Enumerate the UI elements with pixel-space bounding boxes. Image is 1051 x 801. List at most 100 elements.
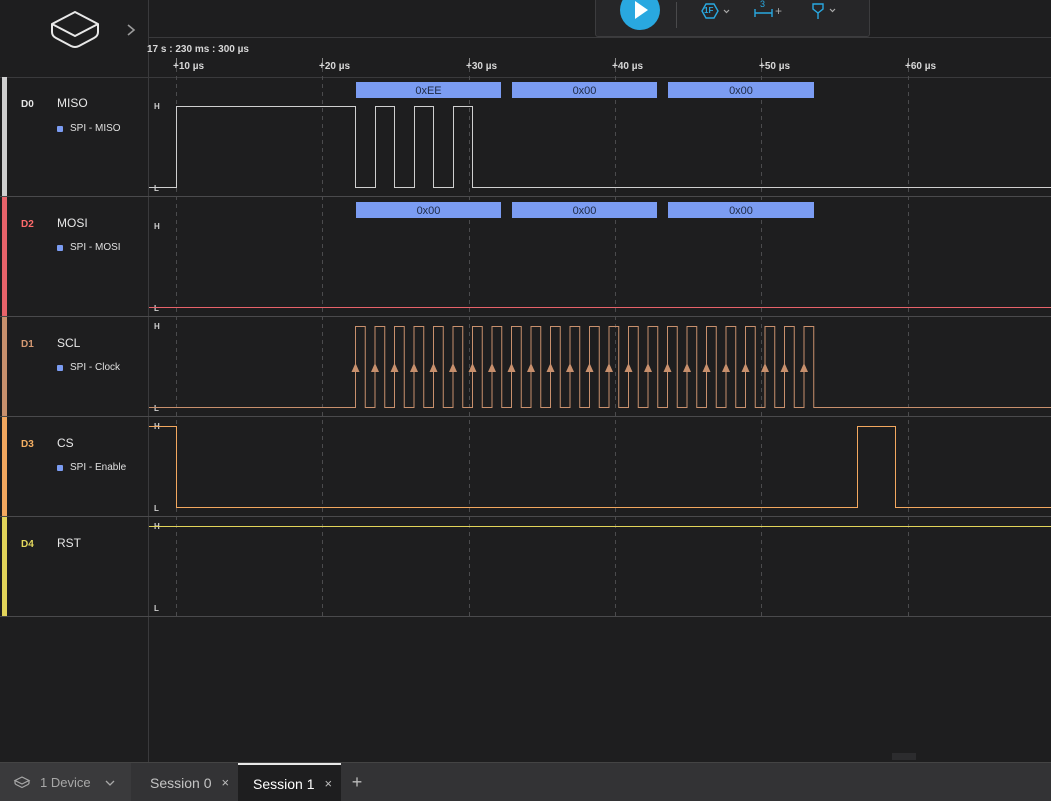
channel-row-d2[interactable]: D2 MOSI SPI - MOSI: [0, 197, 149, 317]
channel-color-bar: [2, 417, 7, 516]
mosi-decoded-value: 0x00: [729, 205, 753, 217]
mosi-decoded-value: 0x00: [573, 205, 597, 217]
analyzer-color-dot: [57, 364, 63, 371]
time-tick-label: +30 µs: [466, 61, 498, 72]
channel-name[interactable]: CS: [57, 436, 74, 450]
rising-edge-arrow: [624, 363, 633, 372]
analyzer-tag[interactable]: SPI - Clock: [57, 362, 120, 373]
close-icon[interactable]: ×: [221, 775, 229, 790]
trigger-label: 1F: [704, 6, 714, 15]
analyzer-tag[interactable]: SPI - MOSI: [57, 242, 121, 253]
capture-toolbar: 1F 3 +: [595, 0, 870, 37]
close-icon[interactable]: ×: [324, 776, 332, 791]
channel-row-d1[interactable]: D1 SCL SPI - Clock: [0, 317, 149, 417]
marker-icon[interactable]: [808, 0, 842, 22]
channel-name[interactable]: MISO: [57, 96, 88, 110]
waveform-canvas[interactable]: HLHLHLHLHL0xEE 0x00 0x000x00 0x00 0x00: [149, 0, 1051, 762]
rising-edge-arrow: [780, 363, 789, 372]
channel-color-bar: [2, 317, 7, 416]
rising-edge-arrow: [702, 363, 711, 372]
tab-label: Session 0: [150, 774, 212, 791]
analyzer-label: SPI - MISO: [70, 123, 121, 134]
analyzer-tag[interactable]: SPI - Enable: [57, 462, 126, 473]
time-tick-label: +60 µs: [905, 61, 937, 72]
high-level-label: H: [154, 102, 160, 111]
analyzer-color-dot: [57, 244, 63, 251]
rising-edge-arrow: [663, 363, 672, 372]
tab-session-0[interactable]: Session 0 ×: [137, 763, 237, 801]
time-tick-label: +40 µs: [612, 61, 644, 72]
analyzer-color-dot: [57, 125, 63, 132]
channel-name[interactable]: SCL: [57, 336, 80, 350]
chevron-right-icon[interactable]: [124, 22, 138, 38]
measure-add-label: +: [775, 4, 783, 18]
rising-edge-arrow: [429, 363, 438, 372]
rising-edge-arrow: [585, 363, 594, 372]
channel-id: D0: [21, 99, 34, 110]
channel-id: D4: [21, 539, 34, 550]
channel-row-d4[interactable]: D4 RST: [0, 517, 149, 617]
rising-edge-arrow: [351, 363, 360, 372]
rising-edge-arrow: [566, 363, 574, 372]
device-icon: [13, 775, 31, 788]
rising-edge-arrow: [761, 363, 769, 372]
channel-name[interactable]: MOSI: [57, 216, 88, 230]
channel-name[interactable]: RST: [57, 536, 81, 550]
rising-edge-arrow: [800, 363, 808, 372]
time-tick-label: +50 µs: [759, 61, 791, 72]
trigger-button[interactable]: 1F: [696, 0, 732, 22]
device-label: 1 Device: [40, 775, 91, 790]
waveform-view[interactable]: H L H L H L H L H L 0xEE 0x00 0x00 0x00 0x00 0x00 17 s …: [147, 0, 1051, 762]
rising-edge-arrow: [683, 363, 691, 372]
analyzer-label: SPI - Clock: [70, 362, 121, 373]
cs-signal: [149, 426, 1051, 508]
analyzer-tag[interactable]: SPI - MISO: [57, 123, 121, 134]
channel-color-bar: [2, 197, 7, 316]
scl-signal: [149, 326, 1051, 408]
tab-label: Session 1: [253, 775, 315, 792]
channel-color-bar: [2, 77, 7, 196]
channel-row-d3[interactable]: D3 CS SPI - Enable: [0, 417, 149, 517]
device-selector[interactable]: 1 Device: [0, 763, 131, 801]
rising-edge-arrow: [488, 363, 496, 372]
time-tick-label: +10 µs: [173, 61, 205, 72]
low-level-label: L: [154, 404, 159, 413]
device-logo-icon: [51, 11, 99, 48]
miso-signal: [149, 106, 1051, 188]
channel-color-bar: [2, 517, 7, 616]
miso-decoded-value: 0x00: [729, 85, 753, 97]
low-level-label: L: [154, 604, 159, 613]
measure-icon: [754, 9, 773, 17]
channel-id: D3: [21, 439, 34, 450]
channel-id: D1: [21, 339, 34, 350]
rising-edge-arrow: [410, 363, 418, 372]
add-tab-button[interactable]: +: [347, 763, 367, 801]
trigger-icon: [701, 3, 730, 19]
chevron-down-icon: [105, 780, 115, 786]
rising-edge-arrow: [605, 363, 613, 372]
analyzer-label: SPI - MOSI: [70, 242, 121, 253]
rising-edge-arrow: [741, 363, 750, 372]
time-tick-label: +20 µs: [319, 61, 351, 72]
high-level-label: H: [154, 322, 160, 331]
low-level-label: L: [154, 184, 159, 193]
rising-edge-arrow: [449, 363, 457, 372]
measure-button[interactable]: 3 +: [752, 0, 788, 23]
channel-row-d0[interactable]: D0 MISO SPI - MISO: [0, 77, 149, 197]
cursor-time-readout: 17 s : 230 ms : 300 µs: [147, 44, 249, 55]
channel-id: D2: [21, 219, 34, 230]
scroll-thumb: [892, 753, 916, 760]
low-level-label: L: [154, 504, 159, 513]
high-level-label: H: [154, 222, 160, 231]
rising-edge-arrow: [371, 363, 379, 372]
low-level-label: L: [154, 304, 159, 313]
play-icon[interactable]: [620, 0, 660, 30]
toolbar-divider: [676, 2, 677, 28]
rising-edge-arrow: [390, 363, 399, 372]
rising-edge-arrow: [722, 363, 730, 372]
miso-decoded-value: 0xEE: [415, 85, 441, 97]
tab-session-1[interactable]: Session 1 ×: [238, 763, 341, 801]
status-bar: 1 Device Session 0 × Session 1 × +: [0, 762, 1051, 801]
rising-edge-arrow: [546, 363, 555, 372]
channel-panel: D0 MISO SPI - MISO D2 MOSI SPI - MOSI D1…: [0, 0, 149, 762]
